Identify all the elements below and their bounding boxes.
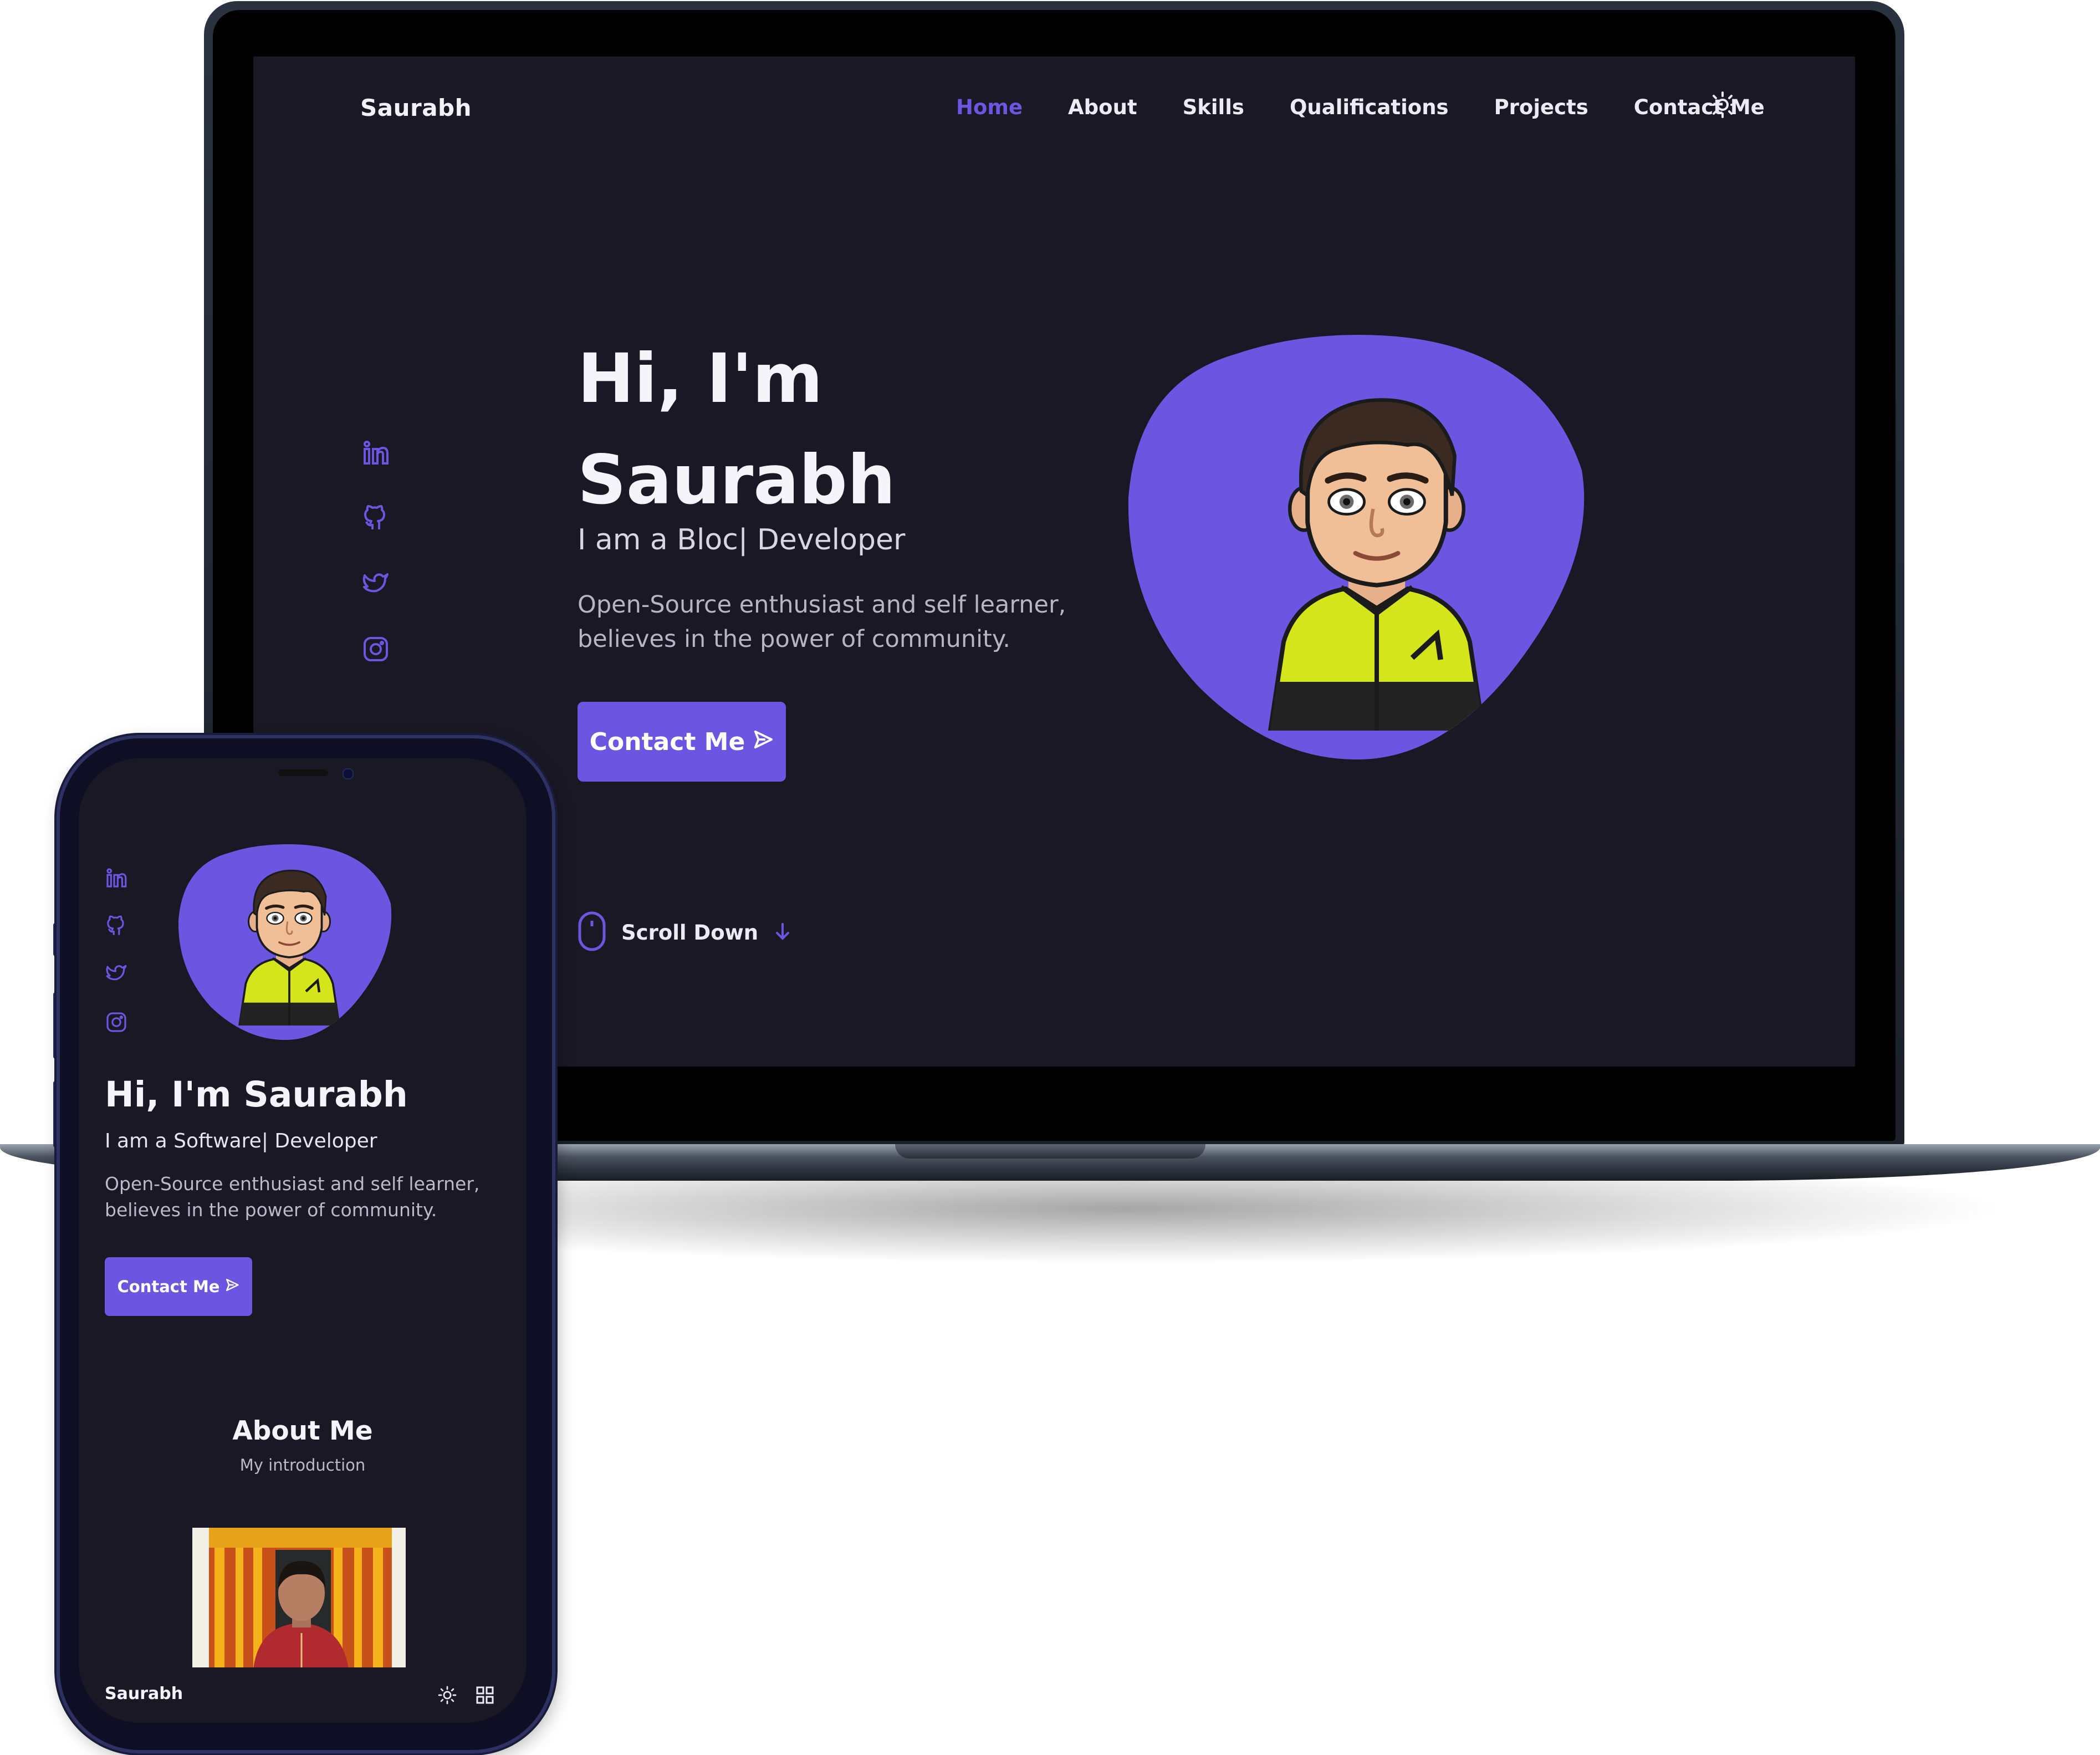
phone-screen: Hi, I'm Saurabh I am a Software| Develop… — [79, 758, 527, 1723]
linkedin-icon[interactable] — [105, 867, 127, 889]
twitter-icon[interactable] — [362, 570, 390, 598]
hero-title-line1: Hi, I'm — [578, 339, 823, 418]
nav-item-skills[interactable]: Skills — [1183, 95, 1244, 119]
linkedin-icon[interactable] — [362, 439, 390, 467]
sun-icon[interactable] — [1709, 91, 1736, 119]
nav-menu: Home About Skills Qualifications Project… — [956, 95, 1765, 119]
twitter-icon[interactable] — [105, 962, 127, 984]
contact-me-label: Contact Me — [117, 1277, 220, 1296]
nav-logo[interactable]: Saurabh — [360, 94, 472, 121]
hero-description-line2: believes in the power of community. — [578, 625, 1010, 653]
footer-logo[interactable]: Saurabh — [105, 1684, 183, 1703]
hero-title-line2: Saurabh — [578, 441, 896, 519]
hero-title: Hi, I'm Saurabh — [578, 328, 896, 531]
scroll-down-link[interactable]: Scroll Down — [577, 911, 793, 954]
scroll-down-label: Scroll Down — [621, 920, 759, 945]
contact-me-label: Contact Me — [589, 727, 745, 756]
hero-description: Open-Source enthusiast and self learner,… — [105, 1171, 504, 1223]
nav-item-projects[interactable]: Projects — [1494, 95, 1588, 119]
hero-description-line2: believes in the power of community. — [105, 1199, 437, 1221]
nav-item-qualifications[interactable]: Qualifications — [1290, 95, 1449, 119]
about-photo — [192, 1528, 406, 1669]
mouse-icon — [577, 911, 607, 954]
instagram-icon[interactable] — [362, 635, 390, 663]
hero-subtitle: I am a Bloc| Developer — [578, 523, 906, 557]
laptop-notch — [895, 1144, 1205, 1159]
contact-me-button[interactable]: Contact Me — [578, 702, 786, 782]
nav-item-contact[interactable]: Contact Me — [1634, 95, 1765, 119]
hero-avatar — [177, 843, 394, 1042]
grid-icon[interactable] — [476, 1686, 494, 1705]
sun-icon[interactable] — [438, 1686, 457, 1705]
send-icon — [753, 728, 774, 756]
hero-description-line1: Open-Source enthusiast and self learner, — [105, 1173, 480, 1195]
hero-subtitle: I am a Software| Developer — [105, 1130, 377, 1152]
hero-description: Open-Source enthusiast and self learner,… — [578, 588, 1076, 656]
hero-title: Hi, I'm Saurabh — [105, 1074, 408, 1115]
hero-avatar — [1126, 331, 1586, 764]
about-title: About Me — [232, 1416, 373, 1446]
contact-me-button[interactable]: Contact Me — [105, 1257, 252, 1316]
github-icon[interactable] — [362, 504, 390, 532]
github-icon[interactable] — [105, 915, 127, 937]
nav-item-home[interactable]: Home — [956, 95, 1023, 119]
phone-speaker — [278, 769, 328, 776]
phone-camera — [343, 768, 354, 779]
arrow-down-icon — [773, 921, 793, 943]
about-subtitle: My introduction — [239, 1456, 366, 1475]
instagram-icon[interactable] — [105, 1011, 127, 1033]
send-icon — [225, 1277, 239, 1296]
nav-item-about[interactable]: About — [1068, 95, 1137, 119]
hero-description-line1: Open-Source enthusiast and self learner, — [578, 591, 1066, 619]
